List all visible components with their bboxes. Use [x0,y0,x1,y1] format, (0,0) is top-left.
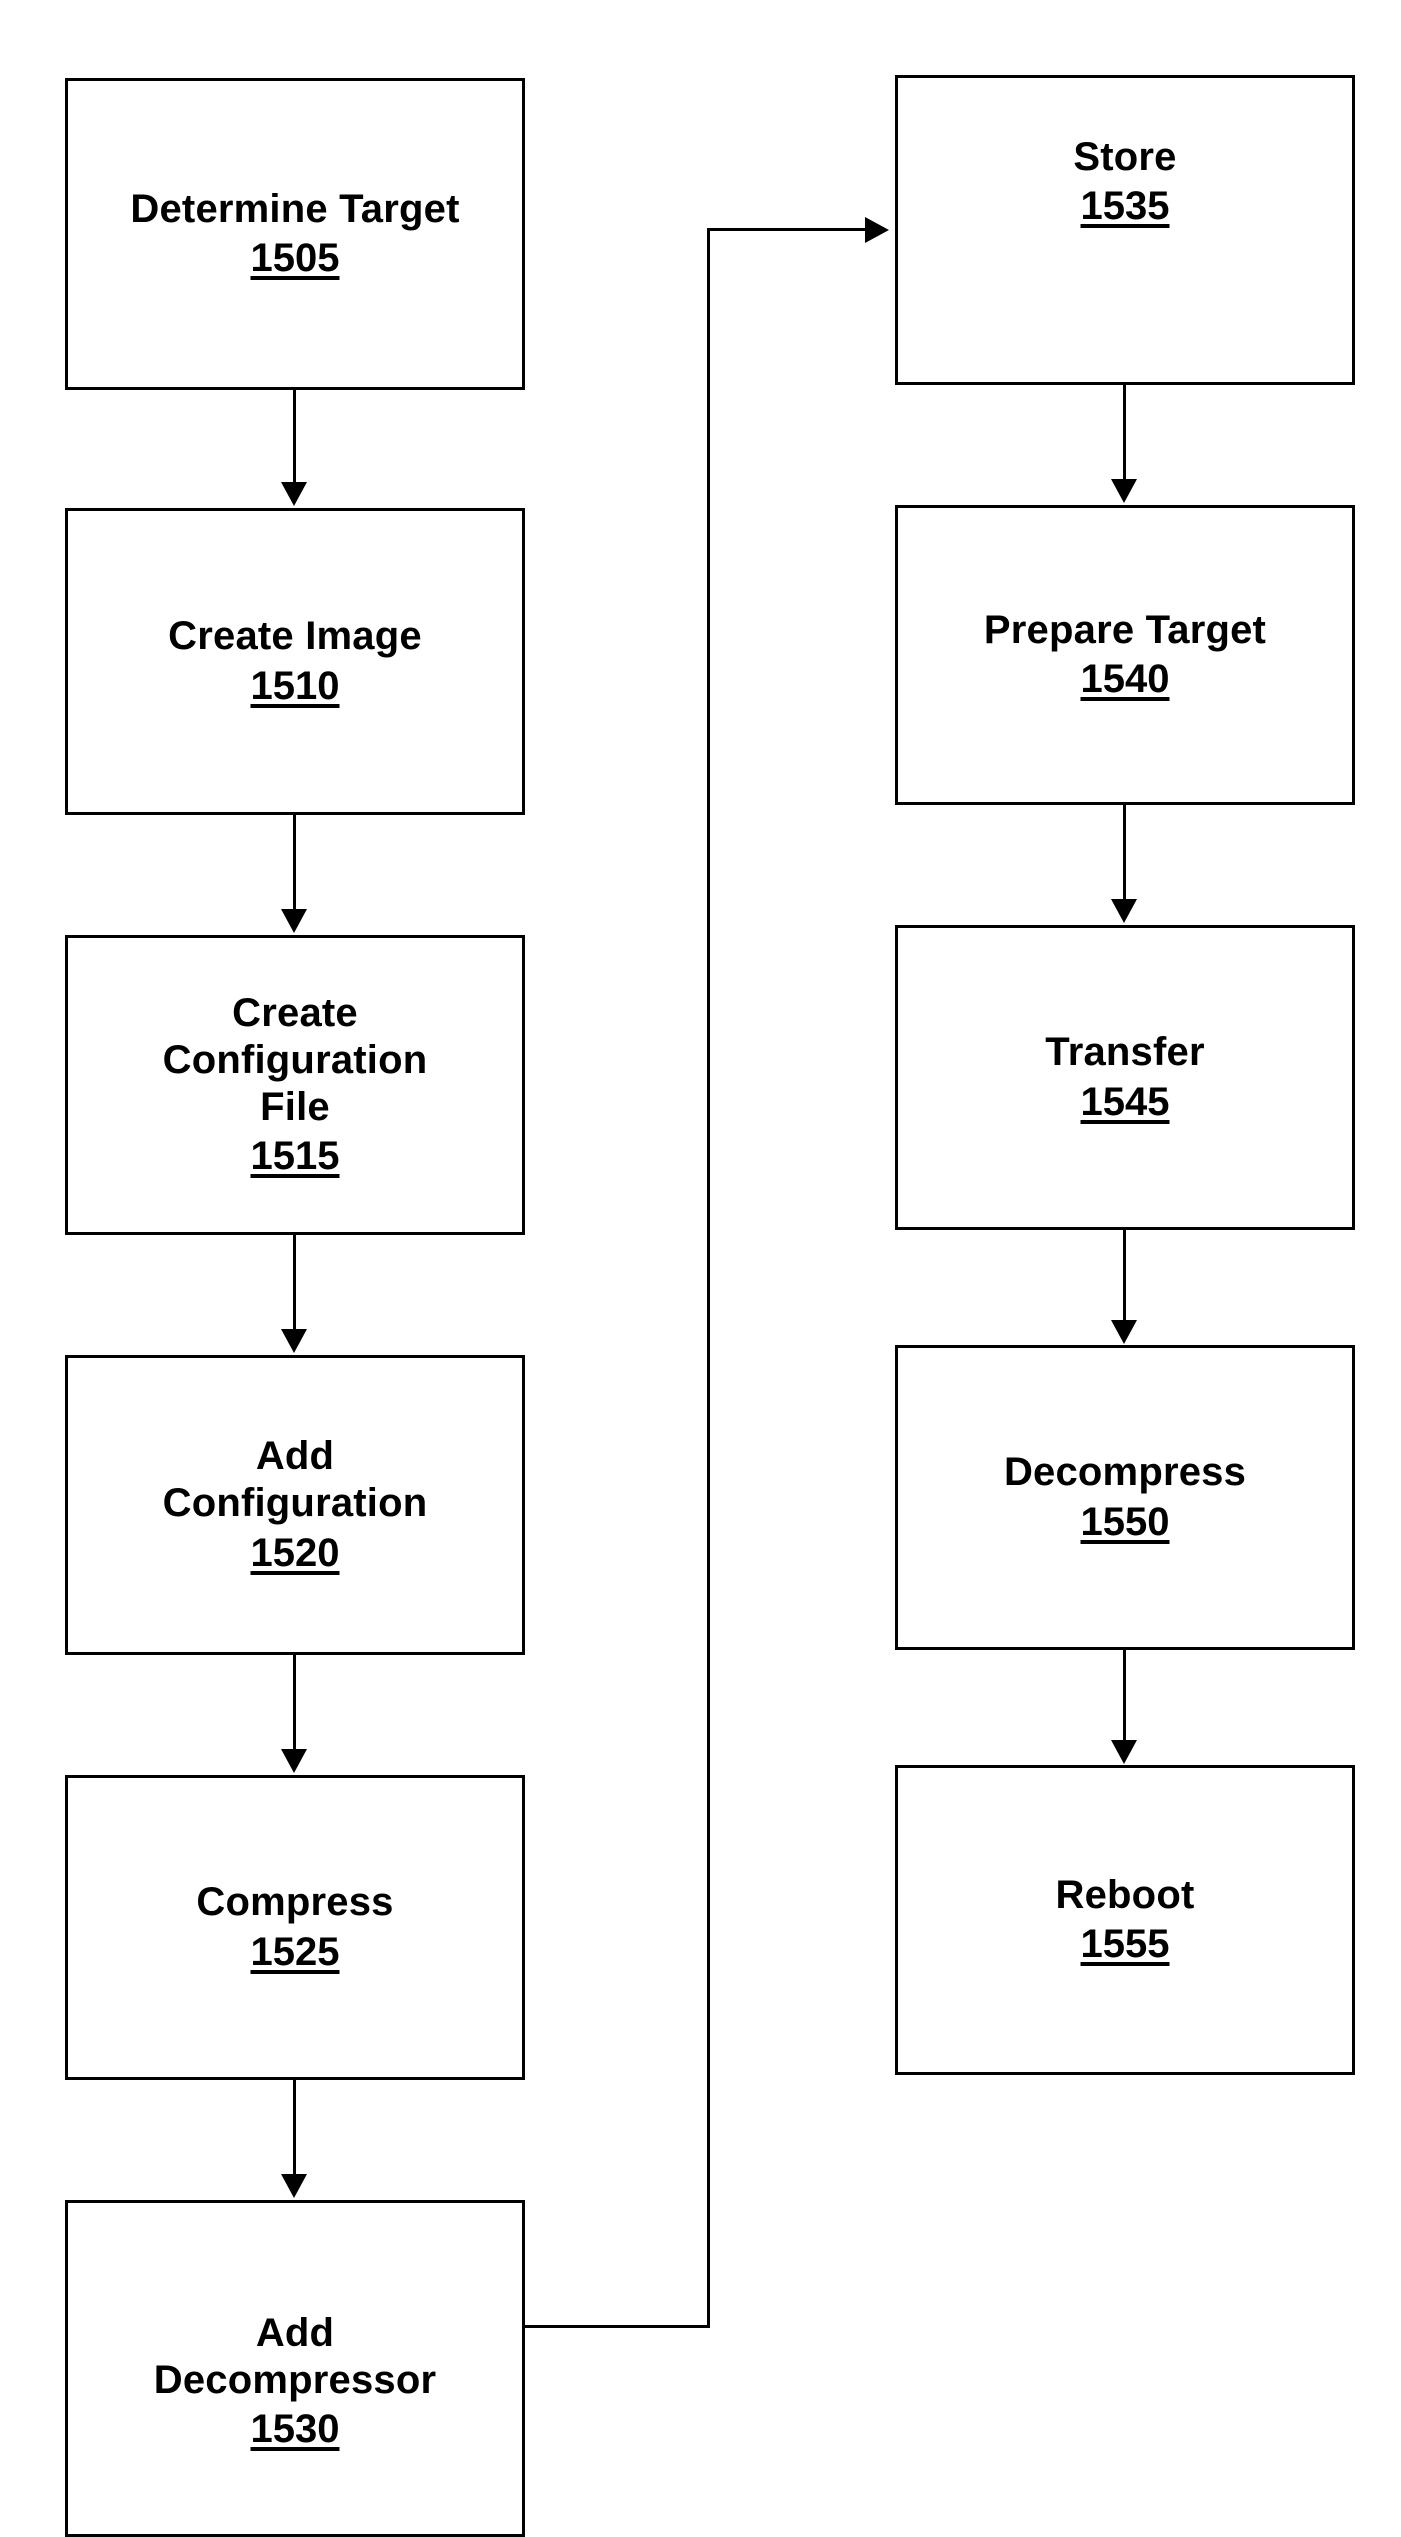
flow-node-1540[interactable]: Prepare Target 1540 [895,505,1355,805]
flow-node-1515-label: Create Configuration File [162,990,428,1129]
flow-node-1535[interactable]: Store 1535 [895,75,1355,385]
flow-node-1555[interactable]: Reboot 1555 [895,1765,1355,2075]
flow-node-1505-label: Determine Target [130,186,460,231]
connector-1530-to-1535-arrowhead [865,217,889,243]
flow-node-1510[interactable]: Create Image 1510 [65,508,525,815]
flow-node-1530[interactable]: Add Decompressor 1530 [65,2200,525,2537]
connector-1525-to-1530-line [293,2080,296,2176]
flow-node-1510-ref: 1510 [250,663,340,708]
connector-1530-to-1535-segment-vertical [707,228,710,2328]
flow-node-1525-label: Compress [196,1880,394,1925]
connector-1550-to-1555-arrowhead [1111,1740,1137,1764]
connector-1525-to-1530-arrowhead [281,2174,307,2198]
flow-node-1550-label: Decompress [1003,1450,1247,1495]
connector-1505-to-1510-arrowhead [281,482,307,506]
connector-1510-to-1515-line [293,815,296,911]
flow-node-1550[interactable]: Decompress 1550 [895,1345,1355,1650]
connector-1515-to-1520-arrowhead [281,1329,307,1353]
flow-node-1510-label: Create Image [168,614,422,659]
flow-node-1530-ref: 1530 [250,2407,340,2452]
flow-node-1545-ref: 1545 [1080,1079,1170,1124]
flow-node-1540-ref: 1540 [1080,657,1170,701]
flow-node-1520-label: Add Configuration [162,1434,428,1526]
flow-node-1550-ref: 1550 [1080,1499,1170,1544]
connector-1535-to-1540-line [1123,385,1126,481]
flow-node-1505-ref: 1505 [250,236,340,280]
flow-node-1520-ref: 1520 [250,1530,340,1575]
flowchart-canvas: Determine Target 1505 Create Image 1510 … [0,0,1401,2537]
connector-1520-to-1525-arrowhead [281,1749,307,1773]
connector-1520-to-1525-line [293,1655,296,1751]
connector-1505-to-1510-line [293,390,296,484]
connector-1515-to-1520-line [293,1235,296,1331]
flow-node-1515-ref: 1515 [250,1134,340,1179]
flow-node-1535-label: Store [1073,135,1177,179]
flow-node-1525-ref: 1525 [250,1929,340,1974]
connector-1545-to-1550-arrowhead [1111,1320,1137,1344]
flow-node-1505[interactable]: Determine Target 1505 [65,78,525,390]
connector-1510-to-1515-arrowhead [281,909,307,933]
connector-1530-to-1535-segment-horizontal-upper [707,228,867,231]
flow-node-1545-label: Transfer [1045,1030,1205,1075]
flow-node-1520[interactable]: Add Configuration 1520 [65,1355,525,1655]
connector-1545-to-1550-line [1123,1230,1126,1322]
flow-node-1515[interactable]: Create Configuration File 1515 [65,935,525,1235]
flow-node-1525[interactable]: Compress 1525 [65,1775,525,2080]
connector-1535-to-1540-arrowhead [1111,479,1137,503]
flow-node-1530-label: Add Decompressor [153,2310,437,2402]
flow-node-1535-ref: 1535 [1080,184,1170,229]
flow-node-1545[interactable]: Transfer 1545 [895,925,1355,1230]
connector-1540-to-1545-line [1123,805,1126,901]
flow-node-1555-ref: 1555 [1080,1922,1170,1966]
connector-1540-to-1545-arrowhead [1111,899,1137,923]
flow-node-1540-label: Prepare Target [983,607,1267,652]
flow-node-1555-label: Reboot [1055,1872,1195,1917]
connector-1550-to-1555-line [1123,1650,1126,1742]
connector-1530-to-1535-segment-horizontal-lower [525,2325,710,2328]
